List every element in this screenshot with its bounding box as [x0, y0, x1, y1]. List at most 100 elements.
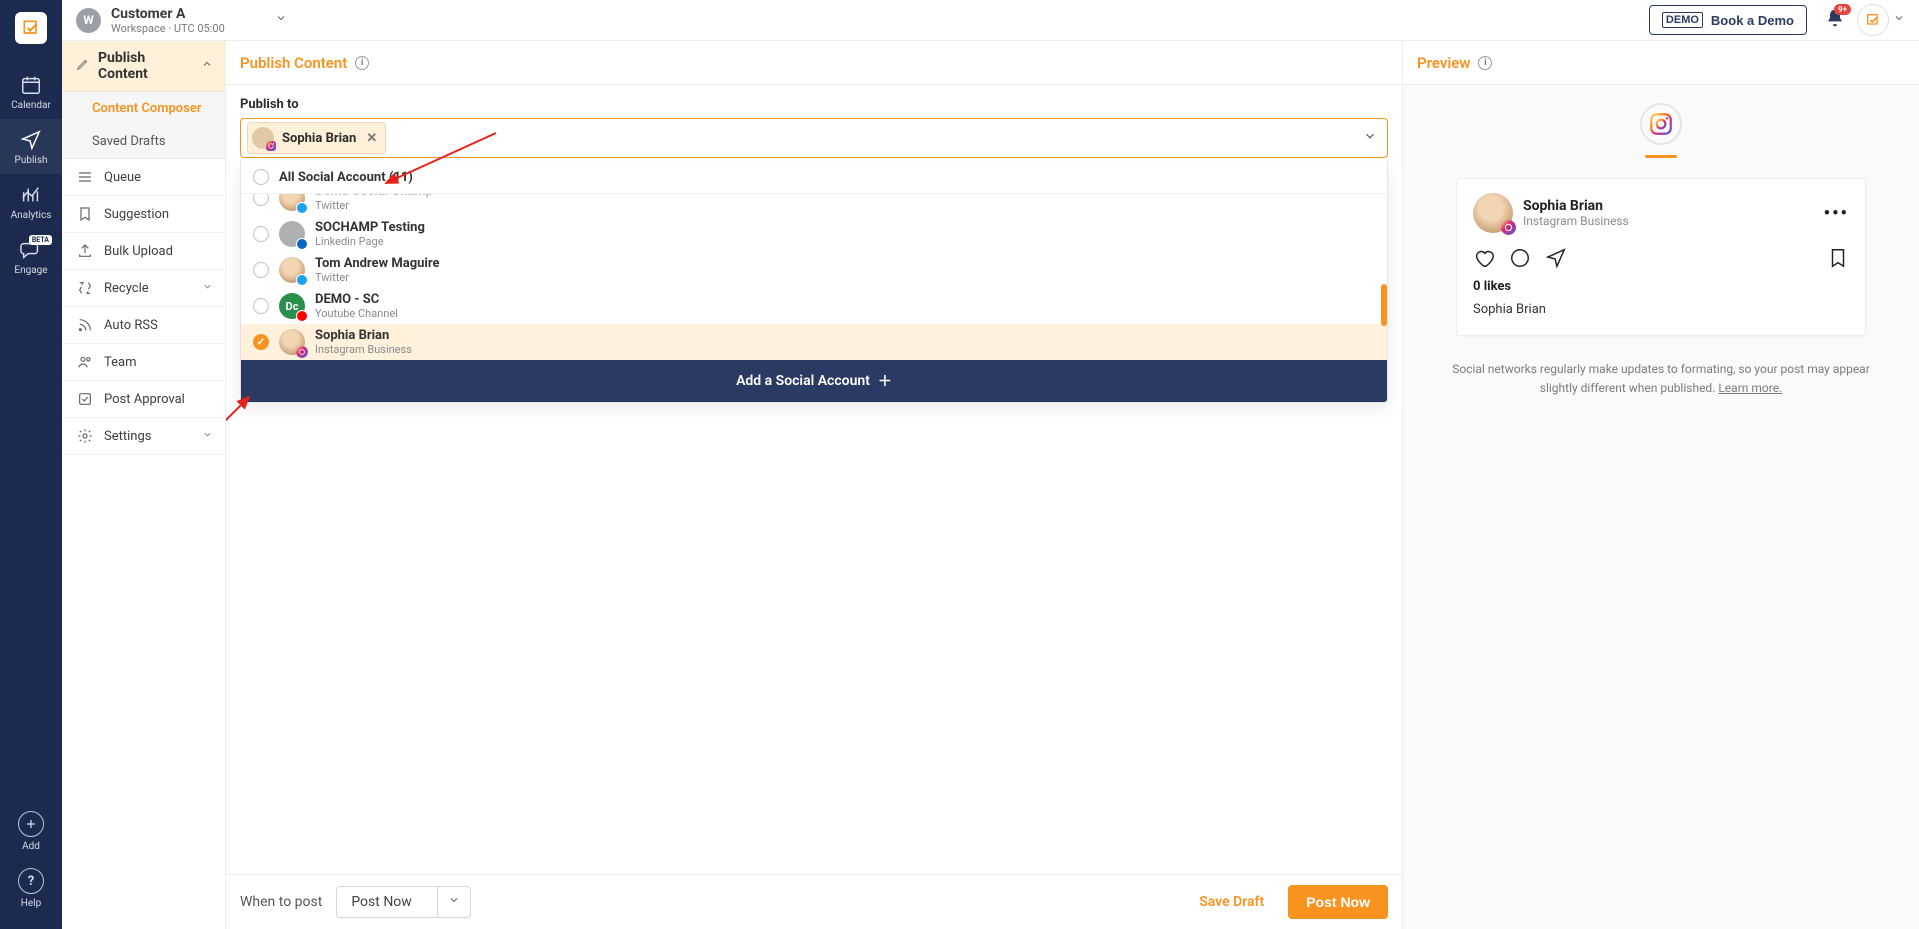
share-icon[interactable] [1545, 247, 1567, 269]
info-icon[interactable]: i [1478, 56, 1492, 70]
preview-column: Preview i [1403, 41, 1919, 929]
comment-icon[interactable] [1509, 247, 1531, 269]
chart-icon [0, 184, 62, 206]
rail-engage[interactable]: BETA Engage [0, 229, 62, 284]
bookmark-icon[interactable] [1827, 247, 1849, 269]
queue-icon [76, 169, 94, 185]
sidebar-item-label: Team [104, 355, 137, 370]
account-sub: Instagram Business [315, 343, 412, 356]
info-icon[interactable]: i [355, 56, 369, 70]
twitter-badge-icon [296, 274, 308, 286]
account-avatar [279, 194, 305, 211]
save-draft-button[interactable]: Save Draft [1199, 894, 1264, 910]
account-radio[interactable] [253, 194, 269, 206]
sidebar-item-label: Auto RSS [104, 318, 158, 333]
chevron-down-icon[interactable] [437, 887, 470, 917]
sidebar-sub-saved-drafts[interactable]: Saved Drafts [62, 125, 225, 158]
rail-engage-label: Engage [14, 265, 47, 276]
beta-badge: BETA [29, 235, 52, 245]
app-logo[interactable] [15, 12, 47, 44]
sidebar-item-recycle[interactable]: Recycle [62, 270, 225, 307]
preview-caption: Sophia Brian [1473, 302, 1849, 317]
rail-analytics[interactable]: Analytics [0, 174, 62, 229]
workspace-avatar: W [76, 8, 101, 33]
account-avatar: Dc [279, 293, 305, 319]
rail-add-label: Add [22, 841, 40, 852]
demo-icon: DEMO [1662, 12, 1703, 28]
learn-more-link[interactable]: Learn more. [1718, 381, 1782, 395]
post-now-button[interactable]: Post Now [1288, 885, 1388, 919]
sidebar-item-suggestion[interactable]: Suggestion [62, 196, 225, 233]
book-demo-button[interactable]: DEMO Book a Demo [1649, 5, 1807, 35]
rail-publish[interactable]: Publish [0, 119, 62, 174]
account-option-selected[interactable]: Sophia Brian Instagram Business [241, 324, 1387, 360]
workspace-switcher[interactable]: W Customer A Workspace · UTC 05:00 [76, 6, 287, 35]
account-radio-checked[interactable] [253, 334, 269, 350]
sidebar-item-bulk-upload[interactable]: Bulk Upload [62, 233, 225, 270]
when-to-post-select[interactable]: Post Now [336, 886, 471, 918]
sidebar-item-auto-rss[interactable]: Auto RSS [62, 307, 225, 344]
rail-calendar[interactable]: Calendar [0, 64, 62, 119]
instagram-tab[interactable] [1640, 103, 1682, 145]
sidebar-section-publish-content[interactable]: Publish Content [62, 41, 225, 92]
recycle-icon [76, 280, 94, 296]
annotation-arrow-icon [226, 385, 271, 515]
account-list[interactable]: Demo Social Champ Twitter SOCHAMP Testin… [241, 194, 1387, 360]
account-avatar [279, 257, 305, 283]
chevron-down-icon[interactable] [1893, 12, 1905, 28]
sidebar-item-queue[interactable]: Queue [62, 159, 225, 196]
notif-badge: 9+ [1834, 4, 1851, 15]
all-accounts-label: All Social Account (11) [279, 170, 413, 185]
rail-help[interactable]: ? Help [18, 860, 44, 917]
rss-icon [76, 317, 94, 333]
send-icon [0, 129, 62, 151]
preview-name: Sophia Brian [1523, 198, 1629, 214]
left-rail: Calendar Publish Analytics BETA Engage A… [0, 0, 62, 929]
when-to-post-label: When to post [240, 894, 322, 910]
account-radio[interactable] [253, 262, 269, 278]
sidebar-item-post-approval[interactable]: Post Approval [62, 381, 225, 418]
account-dropdown: All Social Account (11) Demo Social Cham… [240, 161, 1388, 403]
account-radio[interactable] [253, 226, 269, 242]
chip-remove-button[interactable]: ✕ [366, 131, 377, 146]
account-sub: Youtube Channel [315, 307, 398, 320]
scrollbar-thumb[interactable] [1381, 284, 1387, 326]
rail-analytics-label: Analytics [11, 210, 52, 221]
heart-icon[interactable] [1473, 247, 1495, 269]
chevron-down-icon[interactable] [1363, 129, 1377, 147]
profile-menu[interactable] [1857, 4, 1889, 36]
account-option[interactable]: Dc DEMO - SC Youtube Channel [241, 288, 1387, 324]
sidebar-item-settings[interactable]: Settings [62, 418, 225, 455]
rail-publish-label: Publish [15, 155, 48, 166]
selected-account-chip: Sophia Brian ✕ [247, 122, 386, 154]
preview-note: Social networks regularly make updates t… [1421, 360, 1901, 398]
account-option[interactable]: SOCHAMP Testing Linkedin Page [241, 216, 1387, 252]
plus-icon: ＋ [878, 371, 892, 391]
chevron-down-icon [202, 281, 213, 296]
account-name: SOCHAMP Testing [315, 220, 425, 235]
sidebar-item-team[interactable]: Team [62, 344, 225, 381]
all-accounts-radio[interactable] [253, 169, 269, 185]
sidebar-sub-content-composer[interactable]: Content Composer [62, 92, 225, 125]
account-radio[interactable] [253, 298, 269, 314]
preview-sub: Instagram Business [1523, 214, 1629, 228]
preview-header: Preview [1417, 54, 1470, 72]
account-name: Tom Andrew Maguire [315, 256, 440, 271]
rail-add[interactable]: Add [18, 803, 44, 860]
instagram-badge-icon [296, 346, 308, 358]
linkedin-badge-icon [296, 238, 308, 250]
more-icon[interactable]: ••• [1824, 203, 1849, 224]
instagram-badge-icon [265, 140, 277, 152]
notifications-button[interactable]: 9+ [1825, 8, 1845, 32]
publish-to-selector[interactable]: Sophia Brian ✕ [240, 118, 1388, 158]
account-sub: Twitter [315, 199, 433, 212]
add-social-account-button[interactable]: Add a Social Account ＋ [241, 360, 1387, 402]
account-option[interactable]: Tom Andrew Maguire Twitter [241, 252, 1387, 288]
sidebar-item-label: Queue [104, 170, 141, 185]
secondary-sidebar: Publish Content Content Composer Saved D… [62, 41, 226, 929]
bookmark-icon [76, 206, 94, 222]
account-option[interactable]: Demo Social Champ Twitter [241, 194, 1387, 216]
workspace-name: Customer A [111, 6, 225, 22]
chevron-up-icon [201, 58, 213, 74]
approval-icon [76, 391, 94, 407]
